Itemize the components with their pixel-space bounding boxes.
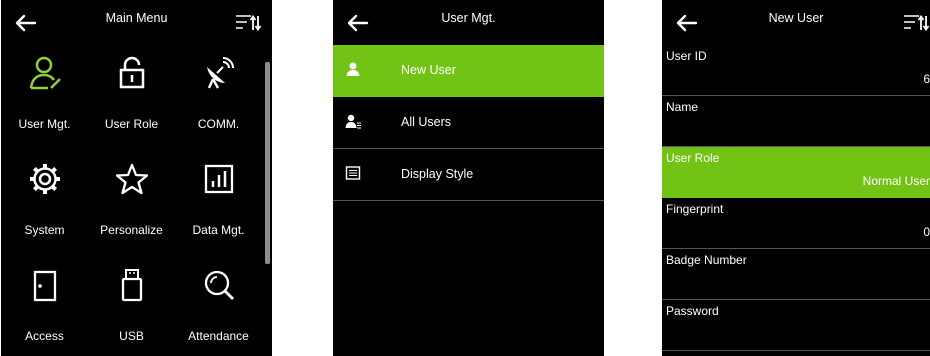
users-list-icon [345,114,361,129]
menu-item-personalize[interactable]: Personalize [88,151,175,257]
lock-icon [119,56,144,89]
main-menu-screen: Main Menu User Mgt. User Role COMM. Syst… [1,0,272,356]
field-value: 0 [923,225,930,239]
page-title: New User [768,11,824,25]
user-mgt-header: User Mgt. [333,0,604,45]
main-menu-header: Main Menu [1,0,272,45]
satellite-dish-icon [206,57,234,89]
menu-item-user-mgt[interactable]: User Mgt. [1,45,88,151]
menu-item-usb[interactable]: USB [88,257,175,356]
menu-item-label: Access [25,329,64,343]
menu-item-attendance[interactable]: Attendance [175,257,262,356]
menu-item-label: System [24,223,65,237]
field-value: Normal User [862,174,930,188]
list-item-label: New User [401,63,456,77]
display-style-icon [345,166,361,180]
page-title: User Mgt. [441,11,496,25]
field-label: Password [666,304,719,318]
user-mgt-screen: User Mgt. New User All Users Display Sty… [333,0,604,356]
menu-item-system[interactable]: System [1,151,88,257]
bar-chart-icon [204,164,233,194]
menu-item-label: Personalize [100,223,163,237]
list-item-label: All Users [401,115,452,129]
menu-item-user-role[interactable]: User Role [88,45,175,151]
menu-item-label: USB [119,329,144,343]
new-user-screen: New User User ID 6 Name User Role Normal… [662,0,930,356]
menu-item-label: COMM. [197,117,240,131]
gear-icon [29,164,60,194]
field-label: Badge Number [666,253,747,267]
field-badge-number[interactable]: Badge Number [662,249,930,300]
field-label: Fingerprint [666,202,724,216]
door-icon [33,270,56,302]
menu-item-access[interactable]: Access [1,257,88,356]
menu-item-comm[interactable]: COMM. [175,45,262,151]
list-item-label: Display Style [401,167,474,181]
main-menu-grid: User Mgt. User Role COMM. System Persona… [1,45,263,356]
menu-item-label: Data Mgt. [192,223,245,237]
list-item-new-user[interactable]: New User [333,45,604,97]
star-icon [115,163,148,195]
list-item-display-style[interactable]: Display Style [333,149,604,201]
menu-item-data-mgt[interactable]: Data Mgt. [175,151,262,257]
field-user-id[interactable]: User ID 6 [662,45,930,96]
new-user-header: New User [662,0,930,45]
usb-icon [121,269,142,302]
user-icon [29,56,61,90]
list-item-all-users[interactable]: All Users [333,97,604,149]
magnifier-icon [204,270,234,300]
field-fingerprint[interactable]: Fingerprint 0 [662,198,930,249]
sort-icon[interactable] [232,10,262,36]
field-label: Name [666,100,699,114]
field-name[interactable]: Name [662,96,930,147]
user-icon [346,62,360,76]
sort-icon[interactable] [900,10,930,36]
field-value: 6 [923,72,930,86]
menu-item-label: User Role [104,117,159,131]
menu-item-label: Attendance [188,329,249,343]
field-label: User ID [666,49,707,63]
new-user-form: User ID 6 Name User Role Normal User Fin… [662,45,930,351]
field-password[interactable]: Password [662,300,930,351]
user-mgt-list: New User All Users Display Style [333,45,604,201]
field-label: User Role [666,151,720,165]
scrollbar[interactable] [265,62,270,264]
field-user-role[interactable]: User Role Normal User [662,147,930,198]
menu-item-label: User Mgt. [18,117,71,131]
